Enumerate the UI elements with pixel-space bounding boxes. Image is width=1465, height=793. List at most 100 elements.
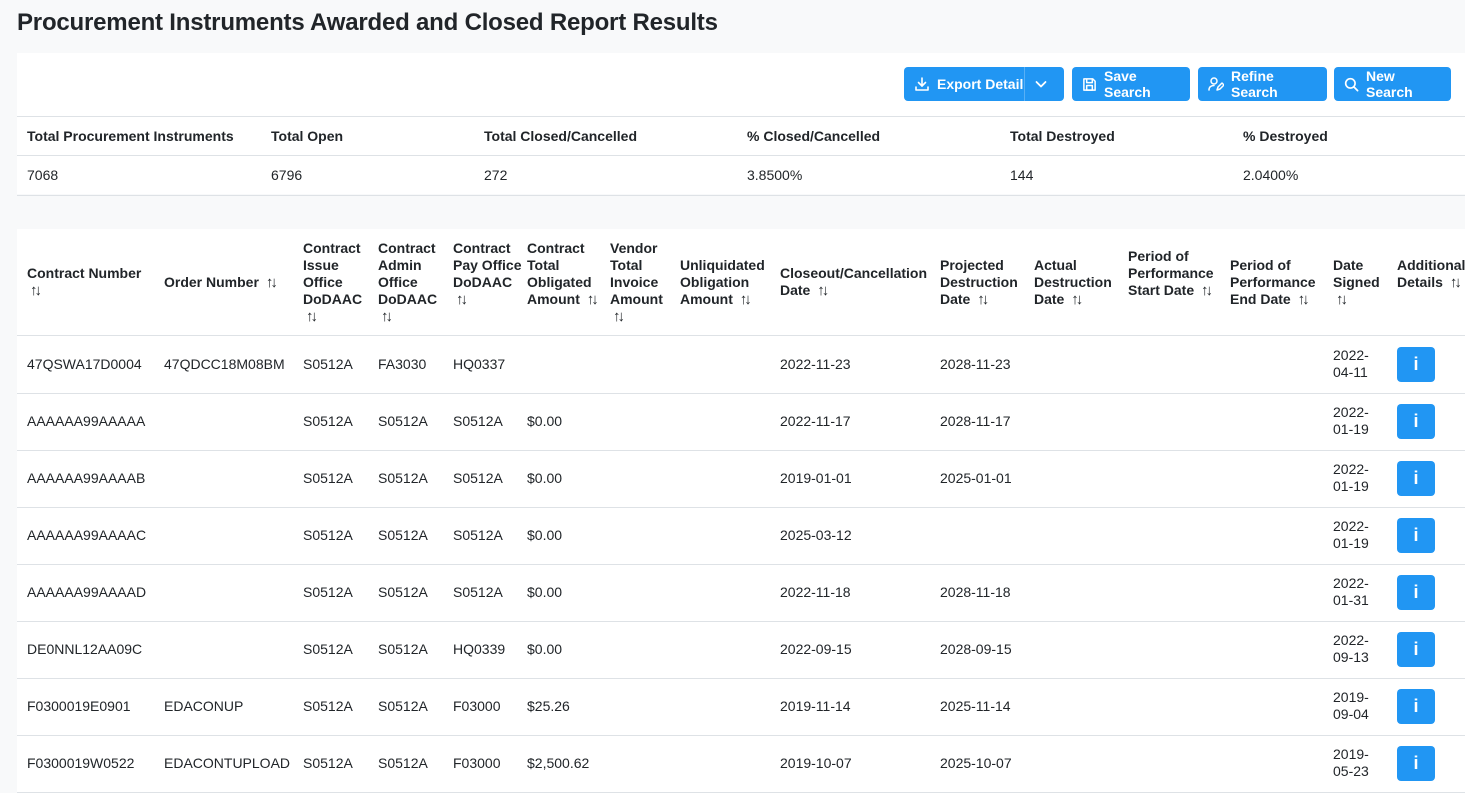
column-header-invoice-amount[interactable]: Vendor Total Invoice Amount ↑↓ [610,240,675,325]
results-table: Contract Number ↑↓ Order Number ↑↓ Contrac… [17,229,1465,793]
sort-icon[interactable]: ↑↓ [1450,274,1462,291]
summary-header-total-destroyed: Total Destroyed [1010,128,1115,144]
export-detail-label: Export Detail [937,76,1024,92]
refine-search-label: Refine Search [1231,68,1278,100]
sort-icon[interactable]: ↑↓ [266,274,278,291]
sort-icon[interactable]: ↑↓ [1071,291,1083,308]
sort-icon[interactable]: ↑↓ [740,291,752,308]
column-header-label: Contract Pay Office DoDAAC [453,240,522,290]
cell-obligated-amount: $0.00 [527,584,563,600]
cell-contract-number: AAAAAA99AAAAC [27,527,147,543]
cell-order-number: EDACONTUPLOAD [164,755,291,771]
additional-details-button[interactable]: i [1397,461,1435,496]
sort-icon[interactable]: ↑↓ [1201,282,1213,299]
new-search-label: New Search [1366,68,1413,100]
column-header-issue-office[interactable]: Contract Issue Office DoDAAC ↑↓ [303,240,373,325]
toolbar: Export Detail Save Search Refine Search … [17,67,1465,101]
info-icon: i [1413,639,1419,659]
table-row: AAAAAA99AAAAD S0512A S0512A S0512A $0.00 2022… [17,564,1465,622]
additional-details-button[interactable]: i [1397,689,1435,724]
additional-details-button[interactable]: i [1397,746,1435,781]
additional-details-button[interactable]: i [1397,632,1435,667]
cell-projected-destruction-date: 2025-01-01 [940,470,1012,486]
export-options-toggle[interactable] [1024,67,1064,101]
table-row: AAAAAA99AAAAC S0512A S0512A S0512A $0.00 2025… [17,507,1465,565]
column-header-projected-destruction-date[interactable]: Projected Destruction Date ↑↓ [940,257,1030,308]
column-header-label: Order Number [164,274,259,290]
column-header-unliquidated-amount[interactable]: Unliquidated Obligation Amount ↑↓ [680,257,775,308]
new-search-button[interactable]: New Search [1334,67,1451,101]
cell-closeout-date: 2019-11-14 [780,698,851,714]
table-row: F0300019W0522 EDACONTUPLOAD S0512A S0512A F0… [17,735,1465,793]
summary-table: Total Procurement Instruments Total Open… [17,116,1465,196]
cell-obligated-amount: $0.00 [527,641,563,657]
info-icon: i [1413,354,1419,374]
cell-obligated-amount: $25.26 [527,698,570,714]
cell-order-number: 47QDCC18M08BM [164,356,285,372]
sort-icon[interactable]: ↑↓ [30,282,42,299]
additional-details-button[interactable]: i [1397,575,1435,610]
additional-details-button[interactable]: i [1397,404,1435,439]
table-row: 47QSWA17D0004 47QDCC18M08BM S0512A FA3030 HQ… [17,336,1465,394]
cell-issue-office: S0512A [303,413,353,429]
sort-icon[interactable]: ↑↓ [381,308,393,325]
cell-contract-number: AAAAAA99AAAAA [27,413,146,429]
sort-icon[interactable]: ↑↓ [1298,291,1310,308]
cell-pay-office: F03000 [453,698,501,714]
export-detail-button[interactable]: Export Detail [904,67,1064,101]
sort-icon[interactable]: ↑↓ [587,291,599,308]
table-row: F0300019E0901 EDACONUP S0512A S0512A F03000 $… [17,678,1465,736]
cell-contract-number: F0300019W0522 [27,755,135,771]
column-header-actual-destruction-date[interactable]: Actual Destruction Date ↑↓ [1034,257,1124,308]
cell-pay-office: S0512A [453,527,503,543]
cell-pay-office: HQ0339 [453,641,506,657]
cell-issue-office: S0512A [303,470,353,486]
sort-icon[interactable]: ↑↓ [817,282,829,299]
cell-pay-office: F03000 [453,755,501,771]
column-header-admin-office[interactable]: Contract Admin Office DoDAAC ↑↓ [378,240,448,325]
cell-contract-number: DE0NNL12AA09C [27,641,143,657]
column-header-obligated-amount[interactable]: Contract Total Obligated Amount ↑↓ [527,240,605,308]
sort-icon[interactable]: ↑↓ [977,291,989,308]
cell-admin-office: S0512A [378,755,428,771]
sort-icon[interactable]: ↑↓ [306,308,318,325]
cell-contract-number: AAAAAA99AAAAD [27,584,147,600]
cell-obligated-amount: $0.00 [527,470,563,486]
summary-value-row: 7068 6796 272 3.8500% 144 2.0400% [17,156,1465,196]
cell-closeout-date: 2019-01-01 [780,470,852,486]
column-header-additional-details[interactable]: Additional Details ↑↓ [1397,257,1465,291]
sort-icon[interactable]: ↑↓ [613,308,625,325]
cell-projected-destruction-date: 2025-11-14 [940,698,1011,714]
cell-admin-office: FA3030 [378,356,427,372]
sort-icon[interactable]: ↑↓ [1336,291,1348,308]
additional-details-button[interactable]: i [1397,518,1435,553]
additional-details-button[interactable]: i [1397,347,1435,382]
cell-closeout-date: 2022-11-17 [780,413,851,429]
column-header-date-signed[interactable]: Date Signed ↑↓ [1333,257,1388,308]
sort-icon[interactable]: ↑↓ [456,291,468,308]
column-header-order-number[interactable]: Order Number ↑↓ [164,274,294,291]
summary-header-pct-destroyed: % Destroyed [1243,128,1328,144]
cell-projected-destruction-date: 2028-09-15 [940,641,1012,657]
column-header-contract-number[interactable]: Contract Number ↑↓ [27,265,152,299]
cell-obligated-amount: $2,500.62 [527,755,590,771]
column-header-label: Contract Total Obligated Amount [527,240,592,307]
column-header-closeout-date[interactable]: Closeout/Cancellation Date ↑↓ [780,265,927,299]
column-header-pay-office[interactable]: Contract Pay Office DoDAAC ↑↓ [453,240,523,308]
column-header-pop-end-date[interactable]: Period of Performance End Date ↑↓ [1230,257,1330,308]
cell-issue-office: S0512A [303,641,353,657]
save-search-button[interactable]: Save Search [1072,67,1190,101]
summary-value-total-open: 6796 [271,167,303,183]
cell-date-signed: 2019-09-04 [1333,689,1369,722]
cell-admin-office: S0512A [378,413,428,429]
cell-date-signed: 2019-05-23 [1333,746,1369,779]
cell-pay-office: S0512A [453,413,503,429]
cell-obligated-amount: $0.00 [527,527,563,543]
info-icon: i [1413,696,1419,716]
info-icon: i [1413,582,1419,602]
cell-pay-office: S0512A [453,470,503,486]
cell-date-signed: 2022-01-19 [1333,461,1369,494]
summary-header-total-open: Total Open [271,128,344,144]
refine-search-button[interactable]: Refine Search [1198,67,1327,101]
column-header-pop-start-date[interactable]: Period of Performance Start Date ↑↓ [1128,248,1223,299]
